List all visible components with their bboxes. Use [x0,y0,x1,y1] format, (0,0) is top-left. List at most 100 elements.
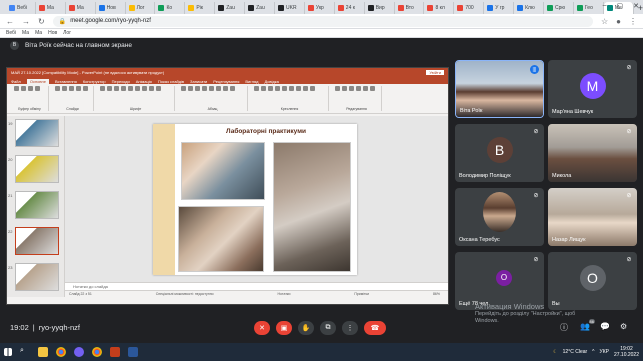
ribbon-tool-icon[interactable] [100,86,105,91]
browser-tab[interactable]: 24 к [335,2,365,14]
chat-icon[interactable]: 💬 [600,322,610,331]
ribbon-tool-icon[interactable] [303,86,308,91]
minimize-icon[interactable]: – [603,2,607,10]
back-icon[interactable]: ← [6,17,14,26]
menu-tab[interactable]: Вигляд [245,79,258,84]
ribbon-tool-icon[interactable] [363,86,368,91]
ribbon-tool-icon[interactable] [282,86,287,91]
menu-tab[interactable]: Показ слайдів [158,79,184,84]
participant-tile[interactable]: ⊘ Микола [548,124,637,182]
menu-tab[interactable]: Вставлення [55,79,77,84]
ribbon-tool-icon[interactable] [121,86,126,91]
browser-tab[interactable]: Zau [245,2,276,14]
browser-tab[interactable]: Укр [305,2,335,14]
ribbon-tool-icon[interactable] [28,86,33,91]
ribbon-tool-icon[interactable] [349,86,354,91]
ribbon-tool-icon[interactable] [268,86,273,91]
ribbon-tool-icon[interactable] [135,86,140,91]
ribbon-tool-icon[interactable] [370,86,375,91]
browser-tab[interactable]: Срю [544,2,574,14]
browser-tab[interactable]: Рік [185,2,216,14]
slide-thumbnail[interactable] [15,227,59,255]
camera-off-button[interactable]: ▣ [276,321,292,335]
participant-tile[interactable]: ⊘ Назар Лищук [548,188,637,246]
search-icon[interactable]: ⌕ [20,347,30,357]
ribbon-tool-icon[interactable] [69,86,74,91]
viber-icon[interactable] [74,347,84,357]
ribbon-tool-icon[interactable] [275,86,280,91]
maximize-icon[interactable]: ▢ [617,2,624,10]
ribbon-tool-icon[interactable] [296,86,301,91]
participant-tile[interactable]: ||| Віта Роїк [455,60,544,118]
ribbon-tool-icon[interactable] [14,86,19,91]
leave-call-button[interactable]: ☎ [364,321,386,335]
info-icon[interactable]: ⓘ [560,322,568,333]
ribbon-tool-icon[interactable] [335,86,340,91]
ribbon-tool-icon[interactable] [261,86,266,91]
bookmark-star-icon[interactable]: ☆ [601,17,608,26]
browser-tab[interactable]: Ко [155,2,186,14]
people-button[interactable]: 👥 86 [580,319,595,331]
browser-tab[interactable]: Вебі [6,2,36,14]
chrome-icon[interactable] [56,347,66,357]
ribbon-tool-icon[interactable] [310,86,315,91]
browser-tab[interactable]: Клю [514,2,545,14]
menu-tab[interactable]: Рецензування [213,79,239,84]
activities-icon[interactable]: ⚙ [620,322,627,331]
profile-icon[interactable]: ● [616,17,621,26]
language-indicator[interactable]: УКР [600,349,609,355]
browser-tab[interactable]: Zau [215,2,246,14]
bookmark-item[interactable]: Лог [63,30,71,36]
browser-tab[interactable]: Лог [126,2,156,14]
browser-tab[interactable]: 700 [454,2,485,14]
slide-thumbnail[interactable] [15,119,59,147]
notes-pane[interactable]: Нотатки до слайда [65,282,448,290]
ribbon-tool-icon[interactable] [55,86,60,91]
menu-tab[interactable]: Переходи [112,79,130,84]
chrome-icon-2[interactable] [92,347,102,357]
weather-text[interactable]: 12°C Clear [563,349,588,355]
ribbon-tool-icon[interactable] [76,86,81,91]
participant-tile[interactable]: М ⊘ Мар'яна Шевчук [548,60,637,118]
slide-thumbnail[interactable] [15,155,59,183]
participant-tile[interactable]: ⊘ Оксана Теребус [455,188,544,246]
browser-tab[interactable]: 8 кл [424,2,455,14]
menu-tab[interactable]: Основне [26,79,49,84]
menu-tab[interactable]: Анімація [136,79,152,84]
ribbon-tool-icon[interactable] [195,86,200,91]
raise-hand-button[interactable]: ✋ [298,321,314,335]
more-options-button[interactable]: ⋮ [342,321,358,335]
ribbon-tool-icon[interactable] [202,86,207,91]
bookmark-item[interactable]: Ма [35,30,42,36]
ribbon-tool-icon[interactable] [149,86,154,91]
ribbon-tool-icon[interactable] [230,86,235,91]
slide-thumbnail[interactable] [15,191,59,219]
sign-in-button[interactable]: Увійти [426,70,444,75]
url-field[interactable]: 🔒 meet.google.com/ryo-yyqh-nzf [52,15,593,27]
mic-off-button[interactable]: ✕ [254,321,270,335]
powerpoint-icon[interactable] [110,347,120,357]
ribbon-tool-icon[interactable] [188,86,193,91]
browser-tab[interactable]: Нов [96,2,126,14]
clock[interactable]: 19:02 27.10.2022 [614,346,639,358]
browser-tab[interactable]: UKR [275,2,305,14]
ribbon-tool-icon[interactable] [35,86,40,91]
ribbon-tool-icon[interactable] [128,86,133,91]
status-comments[interactable]: Примітки [354,292,369,296]
browser-tab[interactable]: Ма [36,2,66,14]
status-notes[interactable]: Нотатки [278,292,291,296]
word-icon[interactable] [128,347,138,357]
ribbon-tool-icon[interactable] [254,86,259,91]
present-button[interactable]: ⧉ [320,321,336,335]
browser-tab[interactable]: У гр [484,2,515,14]
reload-icon[interactable]: ↻ [38,17,45,26]
ribbon-tool-icon[interactable] [216,86,221,91]
close-window-icon[interactable]: ✕ [633,2,639,10]
menu-icon[interactable]: ⋮ [629,17,637,26]
browser-tab[interactable]: Гео [574,2,604,14]
bookmark-item[interactable]: Вебі [6,30,16,36]
ribbon-tool-icon[interactable] [142,86,147,91]
participant-tile[interactable]: В ⊘ Володимир Поліщук [455,124,544,182]
status-zoom[interactable]: 86% [433,292,440,296]
tray-up-icon[interactable]: ^ [592,349,594,355]
